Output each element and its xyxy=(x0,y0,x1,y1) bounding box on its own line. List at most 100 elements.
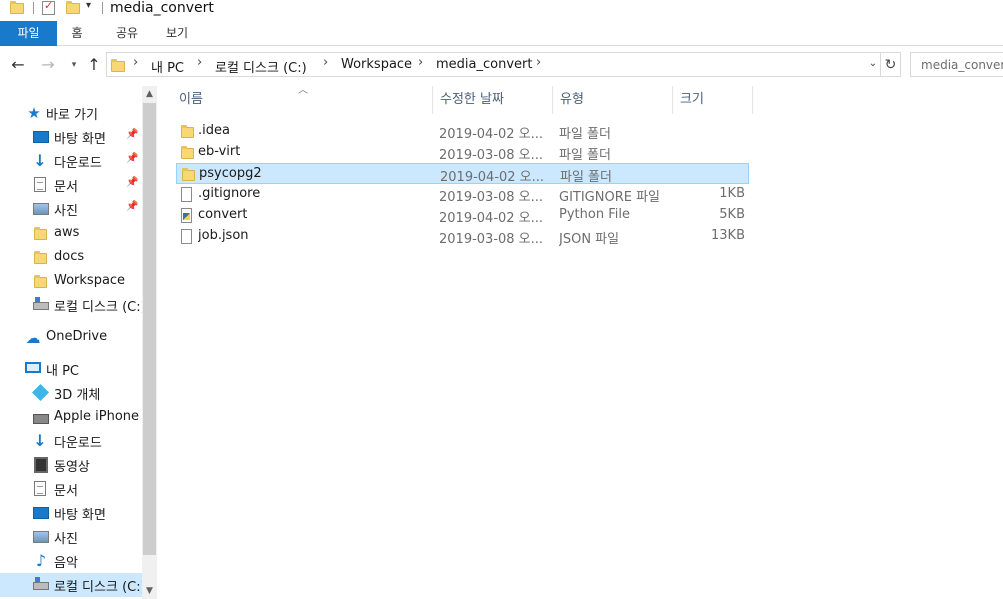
sidebar-item-downloads[interactable]: ↓ 다운로드 📌 xyxy=(0,149,142,173)
column-header-name[interactable]: 이름 xyxy=(179,86,203,114)
file-row-psycopg2[interactable]: psycopg2 2019-04-02 오... 파일 폴더 xyxy=(176,163,749,185)
file-date: 2019-03-08 오... xyxy=(439,148,544,163)
drive-icon xyxy=(33,577,49,590)
pin-icon[interactable]: 📌 xyxy=(126,177,138,188)
sidebar-item-workspace[interactable]: Workspace xyxy=(0,270,142,294)
file-row-gitignore[interactable]: .gitignore 2019-03-08 오... GITIGNORE 파일 … xyxy=(176,184,749,205)
sidebar-item-label: OneDrive xyxy=(46,329,108,344)
star-icon: ★ xyxy=(27,104,41,122)
music-icon: ♪ xyxy=(35,551,47,570)
file-type: 파일 폴더 xyxy=(559,127,611,142)
sidebar-item-label: docs xyxy=(54,249,85,264)
file-date: 2019-04-02 오... xyxy=(439,211,544,226)
navigation-bar: ← → ▾ ↑ › 내 PC › 로컬 디스크 (C:) › Workspace… xyxy=(0,47,1003,83)
breadcrumb-local-disk[interactable]: 로컬 디스크 (C:) xyxy=(215,57,307,76)
download-icon: ↓ xyxy=(33,431,47,450)
sidebar-scrollbar-thumb[interactable] xyxy=(143,103,156,555)
tab-home[interactable]: 홈 xyxy=(57,21,97,46)
new-folder-icon[interactable] xyxy=(66,1,80,15)
address-bar[interactable]: › 내 PC › 로컬 디스크 (C:) › Workspace › media… xyxy=(106,52,881,77)
tab-share[interactable]: 공유 xyxy=(97,21,157,46)
sidebar-item-desktop[interactable]: 바탕 화면 📌 xyxy=(0,125,142,149)
file-row-convert[interactable]: convert 2019-04-02 오... Python File 5KB xyxy=(176,205,749,226)
sidebar-item-quick-access[interactable]: ★ 바로 가기 xyxy=(0,101,142,125)
file-name: .idea xyxy=(198,123,230,138)
file-type: JSON 파일 xyxy=(559,232,620,247)
tab-view[interactable]: 보기 xyxy=(157,21,197,46)
column-divider[interactable] xyxy=(672,86,673,114)
drive-icon xyxy=(33,297,49,310)
cloud-icon: ☁ xyxy=(25,329,41,347)
breadcrumb-media-convert[interactable]: media_convert xyxy=(436,57,532,72)
sort-ascending-icon: ︿ xyxy=(298,85,308,96)
pictures-icon xyxy=(33,203,49,215)
window-title: media_convert xyxy=(110,0,214,16)
sidebar-item-label: 바탕 화면 xyxy=(54,132,106,147)
desktop-icon xyxy=(33,507,49,519)
column-header-size[interactable]: 크기 xyxy=(680,86,704,114)
phone-icon xyxy=(33,414,49,424)
customize-quick-access-icon[interactable]: ▾ xyxy=(86,0,91,11)
sidebar-item-videos[interactable]: 동영상 xyxy=(0,453,142,477)
recent-locations-icon[interactable]: ▾ xyxy=(64,55,84,75)
sidebar-item-documents[interactable]: 문서 📌 xyxy=(0,173,142,197)
separator xyxy=(102,2,103,14)
sidebar-item-music[interactable]: ♪ 음악 xyxy=(0,549,142,573)
sidebar-item-local-disk[interactable]: 로컬 디스크 (C:) xyxy=(0,293,142,317)
sidebar-item-aws[interactable]: aws xyxy=(0,222,142,246)
python-file-icon xyxy=(181,208,192,223)
file-row-idea[interactable]: .idea 2019-04-02 오... 파일 폴더 xyxy=(176,121,749,142)
column-divider[interactable] xyxy=(552,86,553,114)
refresh-icon[interactable]: ↻ xyxy=(881,52,901,77)
pin-icon[interactable]: 📌 xyxy=(126,129,138,140)
breadcrumb-separator-icon[interactable]: › xyxy=(418,55,423,70)
address-history-dropdown-icon[interactable]: ⌄ xyxy=(866,55,880,73)
properties-icon[interactable] xyxy=(42,0,55,15)
sidebar-item-pictures-pc[interactable]: 사진 xyxy=(0,525,142,549)
column-header-type[interactable]: 유형 xyxy=(560,86,584,114)
sidebar-item-apple-iphone[interactable]: Apple iPhone xyxy=(0,406,142,430)
sidebar-item-desktop-pc[interactable]: 바탕 화면 xyxy=(0,501,142,525)
folder-icon xyxy=(181,124,195,139)
search-input[interactable] xyxy=(911,53,1003,76)
sidebar-item-downloads-pc[interactable]: ↓ 다운로드 xyxy=(0,429,142,453)
breadcrumb-this-pc[interactable]: 내 PC xyxy=(151,57,184,76)
scroll-down-icon[interactable]: ▼ xyxy=(142,584,157,598)
folder-icon[interactable] xyxy=(10,1,24,15)
sidebar-item-local-disk-pc[interactable]: 로컬 디스크 (C:) xyxy=(0,573,142,597)
breadcrumb-separator-icon[interactable]: › xyxy=(323,55,328,70)
sidebar-item-documents-pc[interactable]: 문서 xyxy=(0,477,142,501)
breadcrumb-separator-icon[interactable]: › xyxy=(133,55,138,70)
back-arrow-icon[interactable]: ← xyxy=(8,55,28,75)
sidebar-item-pictures[interactable]: 사진 📌 xyxy=(0,197,142,221)
tab-file[interactable]: 파일 xyxy=(0,21,57,46)
breadcrumb-workspace[interactable]: Workspace xyxy=(341,57,412,72)
forward-arrow-icon[interactable]: → xyxy=(38,55,58,75)
sidebar-item-label: 사진 xyxy=(54,204,78,219)
scroll-up-icon[interactable]: ▲ xyxy=(142,87,157,101)
column-divider[interactable] xyxy=(432,86,433,114)
sidebar-item-label: 3D 개체 xyxy=(54,388,101,403)
pin-icon[interactable]: 📌 xyxy=(126,201,138,212)
sidebar-item-3d-objects[interactable]: 3D 개체 xyxy=(0,381,142,405)
file-icon xyxy=(181,229,192,244)
file-row-eb-virt[interactable]: eb-virt 2019-03-08 오... 파일 폴더 xyxy=(176,142,749,163)
sidebar-item-this-pc[interactable]: 내 PC xyxy=(0,357,142,381)
folder-icon xyxy=(34,274,48,288)
pictures-icon xyxy=(33,531,49,543)
folder-icon xyxy=(34,226,48,240)
pin-icon[interactable]: 📌 xyxy=(126,153,138,164)
sidebar-item-label: 바로 가기 xyxy=(46,108,98,123)
file-date: 2019-04-02 오... xyxy=(439,127,544,142)
up-arrow-icon[interactable]: ↑ xyxy=(84,55,104,75)
sidebar-item-onedrive[interactable]: ☁ OneDrive xyxy=(0,326,142,350)
breadcrumb-separator-icon[interactable]: › xyxy=(197,55,202,70)
sidebar-item-docs[interactable]: docs xyxy=(0,246,142,270)
folder-icon xyxy=(182,167,196,182)
column-divider[interactable] xyxy=(752,86,753,114)
search-box[interactable] xyxy=(910,52,1003,77)
sidebar-item-label: 다운로드 xyxy=(54,156,102,171)
breadcrumb-separator-icon[interactable]: › xyxy=(536,55,541,70)
column-header-date[interactable]: 수정한 날짜 xyxy=(440,86,504,114)
file-row-job-json[interactable]: job.json 2019-03-08 오... JSON 파일 13KB xyxy=(176,226,749,247)
